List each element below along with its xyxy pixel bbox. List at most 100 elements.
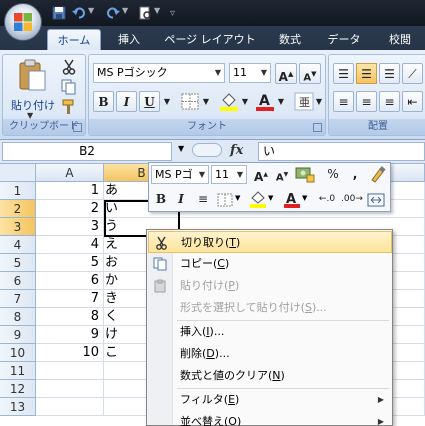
mini-borders-dropdown-icon[interactable]: ▼ (235, 194, 240, 202)
row-header[interactable]: 2 (0, 200, 36, 218)
menu-item-paste[interactable]: 貼り付け(P) (148, 275, 392, 297)
align-middle-icon[interactable]: ☰ (356, 63, 377, 84)
format-painter-icon[interactable] (61, 99, 77, 115)
borders-dropdown-icon[interactable]: ▼ (200, 91, 212, 112)
formula-bar-splitter[interactable] (192, 143, 222, 157)
row-header[interactable]: 9 (0, 326, 36, 344)
borders-icon[interactable] (181, 93, 199, 110)
mini-increase-decimal-icon[interactable]: ←.0 (317, 190, 337, 209)
mini-shrink-font-icon[interactable]: A▼ (272, 165, 292, 184)
chevron-down-icon[interactable]: ▼ (261, 64, 267, 82)
row-header[interactable]: 1 (0, 182, 36, 200)
fill-color-icon[interactable] (219, 92, 239, 111)
mini-font-size-combo[interactable]: 11 ▼ (211, 165, 247, 184)
mini-borders-icon[interactable] (217, 193, 233, 207)
row-header[interactable]: 5 (0, 254, 36, 272)
menu-item-clear-contents[interactable]: 数式と値のクリア(N) (148, 365, 392, 387)
clipboard-launcher-icon[interactable] (73, 123, 82, 132)
mini-format-painter-icon[interactable] (369, 166, 387, 183)
tab-formulas[interactable]: 数式 (266, 29, 314, 51)
mini-center-icon[interactable]: ≡ (193, 190, 213, 209)
save-icon[interactable] (52, 6, 66, 20)
redo-icon[interactable] (106, 6, 120, 20)
menu-item-insert[interactable]: 挿入(I)... (148, 321, 392, 343)
cell-a[interactable]: 5 (36, 254, 104, 272)
row-header[interactable]: 6 (0, 272, 36, 290)
mini-fill-color-icon[interactable] (249, 191, 267, 208)
row-header[interactable]: 12 (0, 380, 36, 398)
underline-dropdown-icon[interactable]: ▼ (161, 91, 173, 112)
cell-a[interactable]: 9 (36, 326, 104, 344)
row-header[interactable]: 11 (0, 362, 36, 380)
print-preview-icon[interactable] (138, 6, 152, 20)
mini-italic-button[interactable]: I (171, 190, 191, 209)
cell-a[interactable]: 10 (36, 344, 104, 362)
mini-comma-button[interactable]: , (345, 165, 365, 184)
print-preview-dropdown-icon[interactable]: ▼ (154, 6, 160, 15)
mini-number-format-icon[interactable] (295, 166, 315, 183)
chevron-down-icon[interactable]: ▼ (199, 166, 205, 183)
mini-grow-font-icon[interactable]: A▲ (251, 165, 271, 184)
cell-a[interactable] (36, 398, 104, 416)
tab-home[interactable]: ホーム (47, 29, 101, 51)
tab-review[interactable]: 校閲 (376, 29, 424, 51)
mini-fill-color-dropdown-icon[interactable]: ▼ (268, 194, 273, 202)
font-launcher-icon[interactable] (313, 123, 322, 132)
font-color-icon[interactable]: A (255, 92, 275, 111)
redo-dropdown-icon[interactable]: ▼ (122, 6, 128, 15)
menu-item-paste-special[interactable]: 形式を選択して貼り付け(S)... (148, 297, 392, 319)
align-right-icon[interactable]: ≡ (379, 91, 400, 112)
cell-a[interactable]: 1 (36, 182, 104, 200)
font-color-dropdown-icon[interactable]: ▼ (275, 91, 287, 112)
shrink-font-icon[interactable]: A▼ (299, 63, 321, 84)
chevron-down-icon[interactable]: ▼ (237, 166, 243, 183)
cell-a[interactable] (36, 362, 104, 380)
align-center-icon[interactable]: ≡ (356, 91, 377, 112)
mini-font-color-icon[interactable]: A (283, 191, 301, 208)
formula-input[interactable]: い (258, 142, 425, 161)
menu-item-delete[interactable]: 削除(D)... (148, 343, 392, 365)
tab-data[interactable]: データ (318, 29, 370, 51)
row-header[interactable]: 8 (0, 308, 36, 326)
cell-a[interactable]: 8 (36, 308, 104, 326)
orientation-icon[interactable]: ⟋ (402, 63, 423, 84)
fill-color-dropdown-icon[interactable]: ▼ (239, 91, 251, 112)
row-header[interactable]: 3 (0, 218, 36, 236)
cell-a[interactable]: 2 (36, 200, 104, 218)
align-top-icon[interactable]: ☰ (333, 63, 354, 84)
menu-item-cut[interactable]: 切り取り(T) (148, 231, 392, 253)
mini-font-color-dropdown-icon[interactable]: ▼ (302, 194, 307, 202)
column-header-a[interactable]: A (36, 164, 104, 182)
mini-percent-button[interactable]: % (323, 165, 343, 184)
insert-function-icon[interactable]: fx (230, 143, 243, 158)
cell-a[interactable]: 7 (36, 290, 104, 308)
mini-merge-center-icon[interactable] (367, 193, 385, 207)
mini-font-name-combo[interactable]: MS Pゴ ▼ (151, 165, 209, 184)
cell-a[interactable]: 3 (36, 218, 104, 236)
cell-a[interactable]: 6 (36, 272, 104, 290)
paste-icon[interactable] (17, 59, 47, 91)
select-all-corner[interactable] (0, 164, 36, 182)
customize-qat-icon[interactable]: ▿ (170, 8, 175, 19)
font-size-combo[interactable]: 11 ▼ (229, 63, 271, 83)
font-name-combo[interactable]: MS Pゴシック ▼ (93, 63, 225, 83)
office-button[interactable] (4, 3, 42, 41)
align-left-icon[interactable]: ≡ (333, 91, 354, 112)
decrease-indent-icon[interactable]: ⇤ (402, 91, 423, 112)
chevron-down-icon[interactable]: ▼ (215, 64, 221, 82)
row-header[interactable]: 10 (0, 344, 36, 362)
italic-button[interactable]: I (116, 91, 137, 112)
menu-item-copy[interactable]: コピー(C) (148, 253, 392, 275)
tab-insert[interactable]: 挿入 (104, 29, 154, 51)
grow-font-icon[interactable]: A▲ (275, 63, 297, 84)
cell-a[interactable] (36, 380, 104, 398)
row-header[interactable]: 4 (0, 236, 36, 254)
copy-icon[interactable] (61, 79, 77, 95)
mini-bold-button[interactable]: B (151, 190, 171, 209)
name-box[interactable]: B2 (2, 142, 172, 161)
phonetic-icon[interactable]: 亜 (294, 92, 314, 111)
tab-page-layout[interactable]: ページ レイアウト (160, 29, 260, 51)
mini-decrease-decimal-icon[interactable]: .00→ (341, 190, 363, 209)
row-header[interactable]: 7 (0, 290, 36, 308)
undo-dropdown-icon[interactable]: ▼ (88, 6, 94, 15)
